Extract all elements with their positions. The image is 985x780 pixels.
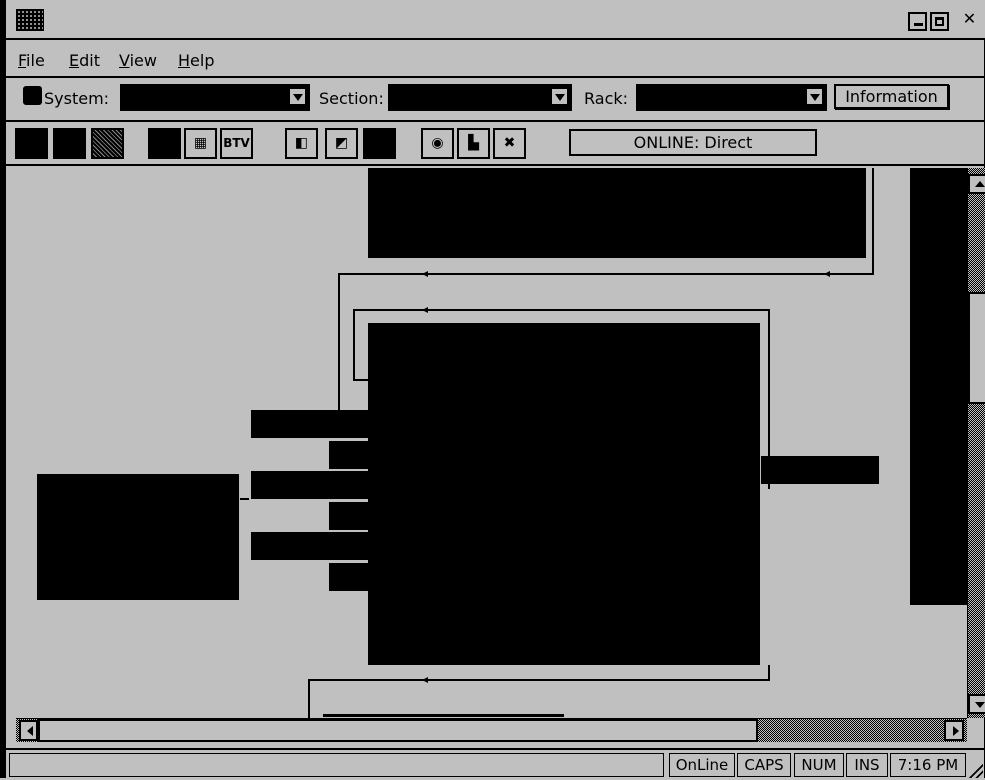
- vertical-scrollbar[interactable]: [967, 168, 985, 718]
- arrow-left-icon: [824, 271, 830, 277]
- status-caps: CAPS: [737, 753, 791, 777]
- status-num: NUM: [794, 753, 844, 777]
- chevron-down-icon[interactable]: [805, 87, 824, 106]
- close-button[interactable]: ✕: [962, 9, 981, 31]
- arrow-left-icon: [422, 307, 428, 313]
- left-block[interactable]: [37, 474, 239, 600]
- connector-line: [353, 379, 369, 381]
- tool-11-icon[interactable]: ▙: [457, 128, 490, 159]
- tool-4-icon[interactable]: [148, 128, 181, 159]
- menu-bar: File Edit View Help: [6, 40, 985, 78]
- tool-1-icon[interactable]: [15, 128, 48, 159]
- connector-line: [240, 498, 249, 500]
- tool-2-icon[interactable]: [53, 128, 86, 159]
- close-icon: ✕: [962, 9, 977, 28]
- vertical-scroll-thumb[interactable]: [968, 292, 985, 404]
- connector-line: [308, 679, 769, 681]
- main-block[interactable]: [368, 323, 760, 665]
- connector-line: [338, 273, 340, 410]
- menu-view[interactable]: View: [119, 51, 157, 70]
- system-icon: [23, 86, 42, 105]
- title-bar: ✕: [6, 0, 985, 40]
- connector-line: [872, 168, 874, 275]
- menu-file[interactable]: File: [18, 51, 45, 70]
- system-label: System:: [44, 89, 110, 108]
- status-bar: OnLine CAPS NUM INS 7:16 PM: [6, 748, 985, 780]
- selector-bar: System: Section: Rack: Information: [6, 78, 985, 122]
- input-pin[interactable]: [251, 471, 368, 499]
- resize-grip-icon[interactable]: [965, 760, 983, 778]
- scroll-right-button[interactable]: [944, 720, 964, 741]
- right-block[interactable]: [910, 168, 967, 605]
- rack-combo[interactable]: [636, 84, 827, 111]
- tool-12-icon[interactable]: ✖: [493, 128, 526, 159]
- bt-icon[interactable]: BTV: [220, 128, 253, 159]
- system-menu-icon[interactable]: [16, 9, 44, 31]
- horizontal-scroll-thumb[interactable]: [38, 719, 758, 742]
- section-combo[interactable]: [388, 84, 572, 111]
- minimize-button[interactable]: [908, 12, 927, 31]
- menu-help[interactable]: Help: [178, 51, 214, 70]
- chevron-down-icon[interactable]: [288, 87, 307, 106]
- input-pin[interactable]: [329, 563, 368, 591]
- connector-line: [338, 273, 874, 275]
- section-label: Section:: [319, 89, 384, 108]
- arrow-left-icon: [422, 677, 428, 683]
- connector-line: [353, 309, 770, 311]
- connection-status: ONLINE: Direct: [569, 129, 817, 156]
- connector-line: [353, 309, 355, 381]
- input-pin[interactable]: [329, 441, 368, 469]
- maximize-button[interactable]: [930, 12, 949, 31]
- minimize-icon: [914, 23, 923, 26]
- scroll-up-button[interactable]: [968, 174, 985, 194]
- connector-line: [308, 679, 310, 718]
- status-message: [9, 753, 664, 777]
- tool-10-icon[interactable]: ◉: [421, 128, 454, 159]
- rack-label: Rack:: [584, 89, 629, 108]
- connector-line: [323, 714, 564, 717]
- toolbar: ▦ BTV ◧ ◩ ◉ ▙ ✖ ONLINE: Direct: [6, 122, 985, 166]
- tool-7-icon[interactable]: ◧: [285, 128, 318, 159]
- information-button[interactable]: Information: [834, 84, 949, 109]
- connector-line: [768, 665, 770, 681]
- input-pin[interactable]: [329, 502, 368, 530]
- input-pin[interactable]: [251, 532, 368, 560]
- tool-8-icon[interactable]: ◩: [325, 128, 358, 159]
- status-time: 7:16 PM: [890, 753, 966, 777]
- tool-3-icon[interactable]: [91, 128, 124, 159]
- chevron-down-icon[interactable]: [550, 87, 569, 106]
- scroll-down-button[interactable]: [968, 694, 985, 714]
- maximize-icon: [935, 17, 944, 26]
- status-online: OnLine: [669, 753, 735, 777]
- output-pin[interactable]: [761, 456, 879, 484]
- top-block[interactable]: [368, 168, 866, 258]
- tool-9-icon[interactable]: [363, 128, 396, 159]
- system-combo[interactable]: [120, 84, 310, 111]
- status-ins: INS: [846, 753, 888, 777]
- application-window: ✕ File Edit View Help System: Section: R…: [0, 0, 985, 778]
- arrow-left-icon: [422, 271, 428, 277]
- horizontal-scrollbar[interactable]: [16, 718, 967, 742]
- scroll-left-button[interactable]: [19, 720, 38, 741]
- diagram-canvas[interactable]: [16, 168, 967, 718]
- menu-edit[interactable]: Edit: [69, 51, 100, 70]
- grid-icon[interactable]: ▦: [184, 128, 217, 159]
- input-pin[interactable]: [251, 410, 368, 438]
